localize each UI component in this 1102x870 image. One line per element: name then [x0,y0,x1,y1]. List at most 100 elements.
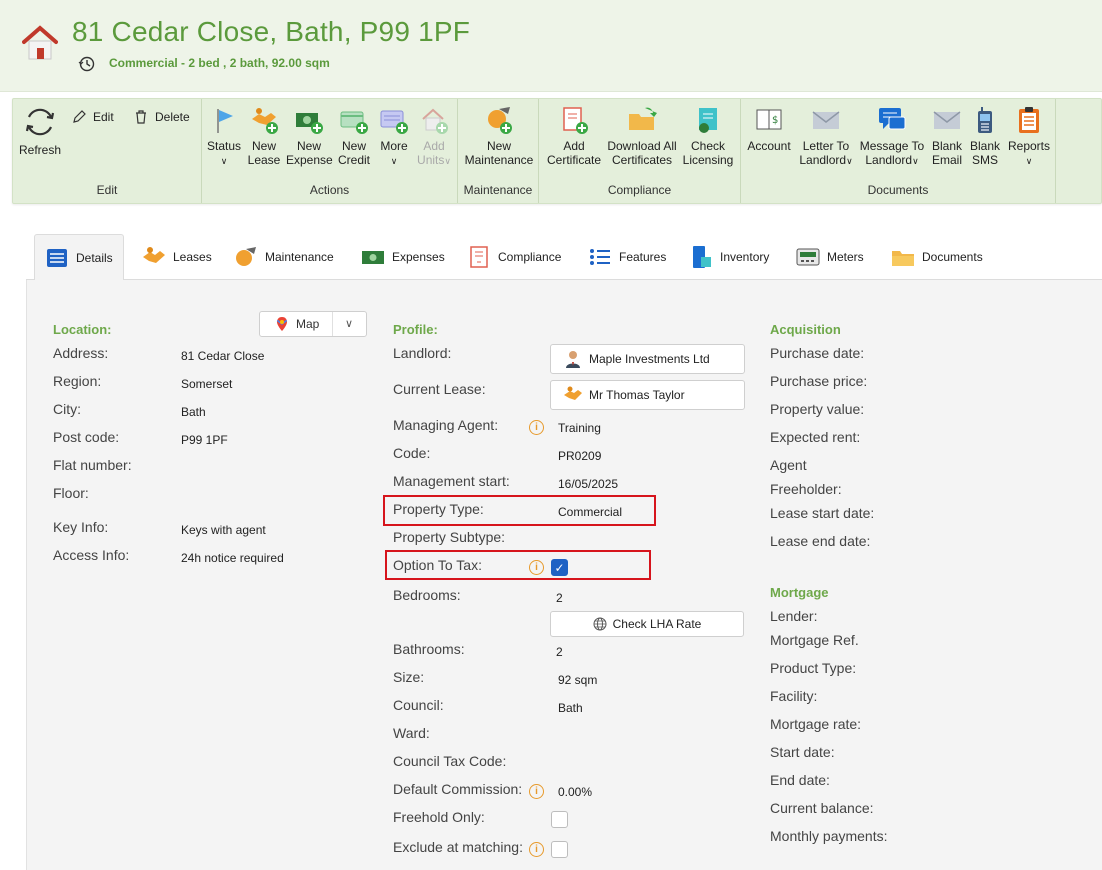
documents-group: $ Account Letter To Landlord∨ Message To L… [741,99,1056,203]
compliance-group: Add Certificate Download All Certificates … [539,99,741,203]
postcode-label: Post code: [53,429,120,445]
info-icon[interactable]: i [529,560,544,575]
chevron-down-icon[interactable]: ∨ [345,317,353,330]
info-icon[interactable]: i [529,842,544,857]
bullet-list-icon [590,249,610,265]
property-summary: Commercial - 2 bed , 2 bath, 92.00 sqm [109,56,330,70]
chevron-down-icon: ∨ [846,156,853,166]
tab-meters[interactable]: Meters [786,234,874,280]
edit-button[interactable]: Edit [71,109,114,125]
handshake-icon [143,247,165,263]
chevron-down-icon: ∨ [390,156,398,166]
check-licensing-button[interactable]: Check Licensing [679,105,737,167]
person-icon [566,351,580,368]
blank-email-button[interactable]: Blank Email [929,105,965,167]
freehold-only-checkbox[interactable] [551,811,568,828]
check-lha-rate-button[interactable]: Check LHA Rate [550,611,744,637]
postcode-value: P99 1PF [181,433,228,447]
more-button[interactable]: More ∨ [376,105,412,168]
new-lease-button[interactable]: New Lease [246,105,282,167]
mortgage-section-title: Mortgage [770,585,829,600]
location-section-title: Location: [53,322,112,337]
credit-plus-icon [340,111,368,134]
new-maintenance-button[interactable]: New Maintenance [462,105,536,167]
tab-features[interactable]: Features [578,234,676,280]
expected-rent-label: Expected rent: [770,429,861,445]
account-button[interactable]: $ Account [745,105,793,153]
default-commission-label: Default Commission: [393,781,523,797]
property-value-label: Property value: [770,401,865,417]
tab-details[interactable]: Details [34,234,124,281]
floor-label: Floor: [53,485,89,501]
blank-sms-button[interactable]: Blank SMS [967,105,1003,167]
lease-end-date-label: Lease end date: [770,533,871,549]
freehold-only-label: Freehold Only: [393,809,485,825]
tab-inventory[interactable]: Inventory [679,234,779,280]
property-type-label: Property Type: [393,501,484,517]
council-label: Council: [393,697,444,713]
cash-plus-icon [296,113,323,134]
refresh-button[interactable]: Refresh [19,105,61,157]
download-all-certificates-button[interactable]: Download All Certificates [605,105,679,167]
handshake-icon [564,386,582,400]
tab-documents[interactable]: Documents [881,234,993,280]
lender-label: Lender: [770,608,818,624]
tab-maintenance[interactable]: Maintenance [224,234,344,280]
new-expense-button[interactable]: New Expense [286,105,333,167]
reports-button[interactable]: Reports ∨ [1005,105,1053,168]
code-label: Code: [393,445,431,461]
inventory-icon [693,246,711,268]
message-to-landlord-button[interactable]: Message To Landlord∨ [859,105,925,168]
chevron-down-icon: ∨ [1025,156,1033,166]
chevron-down-icon: ∨ [912,156,919,166]
code-value: PR0209 [558,449,602,463]
address-value: 81 Cedar Close [181,349,265,363]
managing-agent-value: Training [558,421,601,435]
size-label: Size: [393,669,425,685]
management-start-value: 16/05/2025 [558,477,619,491]
tab-leases[interactable]: Leases [132,234,222,280]
exclude-matching-checkbox[interactable] [551,841,568,858]
envelope-icon [812,111,840,129]
monthly-payments-label: Monthly payments: [770,828,888,844]
cash-icon [362,251,384,264]
info-icon[interactable]: i [529,420,544,435]
region-label: Region: [53,373,102,389]
svg-text:$: $ [772,115,778,126]
status-button[interactable]: Status ∨ [206,105,242,168]
letter-to-landlord-button[interactable]: Letter To Landlord∨ [797,105,855,168]
landlord-label: Landlord: [393,345,452,361]
map-button[interactable]: Map ∨ [259,311,367,337]
mortgage-ref-label: Mortgage Ref. [770,632,859,648]
delete-button[interactable]: Delete [133,109,190,125]
chevron-down-icon: ∨ [220,156,228,166]
maintenance-group-label: Maintenance [463,183,533,197]
council-value: Bath [558,701,583,715]
folder-download-icon [629,107,657,130]
history-icon[interactable] [78,55,96,73]
region-value: Somerset [181,377,233,391]
access-info-value: 24h notice required [181,551,284,565]
actions-group-label: Actions [309,183,350,197]
tab-expenses[interactable]: Expenses [351,234,455,280]
bathrooms-value: 2 [556,645,563,659]
tab-compliance[interactable]: Compliance [457,234,571,280]
purchase-price-label: Purchase price: [770,373,868,389]
info-icon[interactable]: i [529,784,544,799]
email-icon [933,111,961,129]
page-title: 81 Cedar Close, Bath, P99 1PF [72,16,471,47]
current-lease-link-button[interactable]: Mr Thomas Taylor [550,380,745,410]
list-icon [47,248,67,267]
option-to-tax-label: Option To Tax: [393,557,482,573]
new-credit-button[interactable]: New Credit [334,105,374,167]
add-certificate-button[interactable]: Add Certificate [543,105,605,167]
add-units-button[interactable]: Add Units∨ [414,105,454,168]
default-commission-value: 0.00% [558,785,593,799]
key-info-label: Key Info: [53,519,109,535]
option-to-tax-checkbox[interactable]: ✓ [551,559,568,576]
map-pin-icon [276,317,288,331]
message-icon [879,108,906,130]
folder-icon [892,251,914,266]
access-info-label: Access Info: [53,547,130,563]
landlord-link-button[interactable]: Maple Investments Ltd [550,344,745,374]
